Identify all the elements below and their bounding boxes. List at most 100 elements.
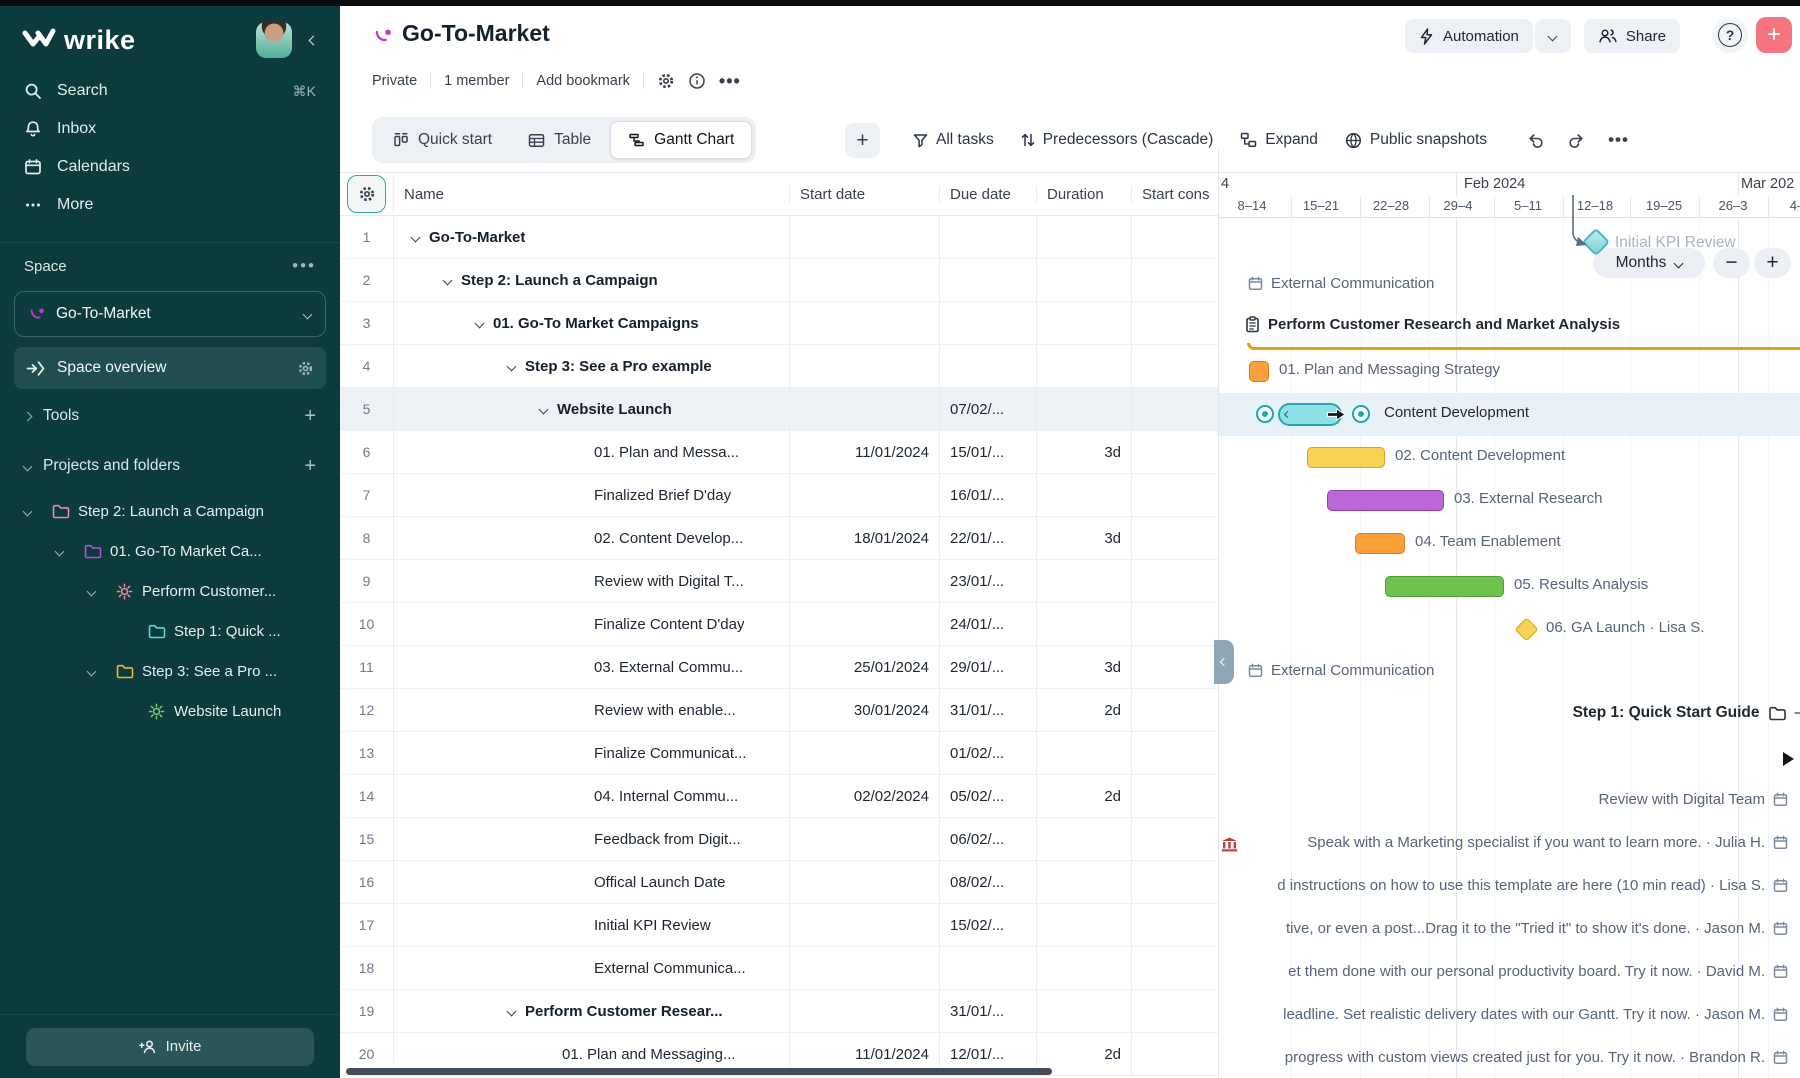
column-header-duration[interactable]: Duration bbox=[1037, 186, 1132, 203]
gantt-task-label[interactable]: External Communication bbox=[1248, 275, 1434, 292]
start-constraint-cell[interactable] bbox=[1132, 302, 1218, 344]
due-date-cell[interactable]: 16/01/... bbox=[940, 474, 1037, 516]
due-date-cell[interactable]: 06/02/... bbox=[940, 818, 1037, 860]
sidebar-item-projects-folders[interactable]: Projects and folders + bbox=[0, 443, 340, 489]
due-date-cell[interactable] bbox=[940, 216, 1037, 258]
column-header-start-constraint[interactable]: Start cons bbox=[1132, 186, 1218, 203]
gantt-task-label[interactable]: Speak with a Marketing specialist if you… bbox=[1307, 834, 1788, 851]
gantt-task-label[interactable]: tive, or even a post...Drag it to the "T… bbox=[1286, 920, 1788, 937]
row-expand-chevron-icon[interactable] bbox=[507, 361, 517, 371]
start-constraint-cell[interactable] bbox=[1132, 474, 1218, 516]
table-row[interactable]: 5Website Launch07/02/... bbox=[340, 388, 1218, 431]
sort-predecessors[interactable]: Predecessors (Cascade) bbox=[1021, 131, 1214, 149]
privacy-label[interactable]: Private bbox=[372, 73, 417, 89]
sidebar-item-tools[interactable]: Tools + bbox=[0, 393, 340, 439]
due-date-cell[interactable]: 31/01/... bbox=[940, 689, 1037, 731]
info-icon[interactable] bbox=[688, 72, 706, 90]
task-name[interactable]: Website Launch bbox=[557, 401, 672, 418]
gantt-task-label[interactable]: d instructions on how to use this templa… bbox=[1277, 877, 1788, 894]
row-expand-chevron-icon[interactable] bbox=[475, 318, 485, 328]
tab-gantt-chart[interactable]: Gantt Chart bbox=[610, 121, 752, 159]
gantt-project-label[interactable]: Step 1: Quick Start Guide— bbox=[1573, 704, 1800, 722]
undo-icon[interactable] bbox=[1526, 132, 1545, 149]
start-constraint-cell[interactable] bbox=[1132, 1033, 1218, 1075]
row-expand-chevron-icon[interactable] bbox=[507, 1006, 517, 1016]
task-name[interactable]: Finalize Communicat... bbox=[594, 745, 747, 762]
start-constraint-cell[interactable] bbox=[1132, 517, 1218, 559]
duration-cell[interactable] bbox=[1037, 345, 1132, 387]
duration-cell[interactable] bbox=[1037, 732, 1132, 774]
table-settings-gear-icon[interactable] bbox=[347, 175, 386, 213]
row-expand-chevron-icon[interactable] bbox=[539, 404, 549, 414]
tools-add-icon[interactable]: + bbox=[304, 405, 316, 428]
zoom-out-button[interactable]: − bbox=[1713, 248, 1750, 278]
due-date-cell[interactable] bbox=[940, 345, 1037, 387]
start-date-cell[interactable] bbox=[790, 388, 940, 430]
due-date-cell[interactable]: 08/02/... bbox=[940, 861, 1037, 903]
start-date-cell[interactable] bbox=[790, 904, 940, 946]
sidebar-item-calendars[interactable]: Calendars bbox=[0, 148, 340, 186]
sidebar-item-inbox[interactable]: Inbox bbox=[0, 110, 340, 148]
start-constraint-cell[interactable] bbox=[1132, 818, 1218, 860]
duration-cell[interactable]: 3d bbox=[1037, 646, 1132, 688]
start-constraint-cell[interactable] bbox=[1132, 388, 1218, 430]
start-date-cell[interactable]: 18/01/2024 bbox=[790, 517, 940, 559]
gantt-task-label[interactable]: External Communication bbox=[1248, 662, 1434, 679]
help-button[interactable]: ? bbox=[1712, 17, 1748, 53]
gantt-task-label[interactable]: progress with custom views created just … bbox=[1285, 1049, 1788, 1066]
due-date-cell[interactable]: 15/02/... bbox=[940, 904, 1037, 946]
due-date-cell[interactable]: 15/01/... bbox=[940, 431, 1037, 473]
sidebar-item-search[interactable]: Search⌘K bbox=[0, 72, 340, 110]
row-expand-chevron-icon[interactable] bbox=[443, 275, 453, 285]
gantt-bar[interactable] bbox=[1249, 361, 1269, 382]
gantt-bar[interactable] bbox=[1327, 490, 1444, 511]
automation-button[interactable]: Automation bbox=[1405, 19, 1533, 53]
duration-cell[interactable] bbox=[1037, 904, 1132, 946]
toolbar-more-icon[interactable]: ••• bbox=[1608, 130, 1629, 150]
create-button[interactable]: + bbox=[1756, 17, 1792, 53]
tree-chevron-icon[interactable] bbox=[23, 506, 33, 516]
public-snapshots-button[interactable]: Public snapshots bbox=[1345, 131, 1487, 149]
task-name[interactable]: 04. Internal Commu... bbox=[594, 788, 738, 805]
due-date-cell[interactable] bbox=[940, 947, 1037, 989]
start-constraint-cell[interactable] bbox=[1132, 431, 1218, 473]
gantt-bar[interactable] bbox=[1385, 576, 1504, 597]
task-name[interactable]: Finalized Brief D'day bbox=[594, 487, 731, 504]
expand-button[interactable]: Expand bbox=[1240, 131, 1318, 149]
table-row[interactable]: 10Finalize Content D'day24/01/... bbox=[340, 603, 1218, 646]
horizontal-scrollbar[interactable] bbox=[346, 1068, 1052, 1075]
zoom-in-button[interactable]: + bbox=[1754, 248, 1791, 278]
start-date-cell[interactable]: 25/01/2024 bbox=[790, 646, 940, 688]
duration-cell[interactable] bbox=[1037, 947, 1132, 989]
due-date-cell[interactable]: 31/01/... bbox=[940, 990, 1037, 1032]
gantt-task-label[interactable]: leadline. Set realistic delivery dates w… bbox=[1283, 1006, 1788, 1023]
due-date-cell[interactable] bbox=[940, 259, 1037, 301]
redo-icon[interactable] bbox=[1567, 132, 1586, 149]
task-name[interactable]: 01. Go-To Market Campaigns bbox=[493, 315, 699, 332]
duration-cell[interactable] bbox=[1037, 216, 1132, 258]
avatar[interactable] bbox=[256, 22, 292, 58]
space-menu-icon[interactable]: ••• bbox=[292, 256, 316, 276]
start-date-cell[interactable]: 02/02/2024 bbox=[790, 775, 940, 817]
duration-cell[interactable] bbox=[1037, 861, 1132, 903]
task-name[interactable]: Review with Digital T... bbox=[594, 573, 744, 590]
task-name[interactable]: 01. Plan and Messaging... bbox=[562, 1046, 735, 1063]
task-name[interactable]: Go-To-Market bbox=[429, 229, 525, 246]
table-row[interactable]: 7Finalized Brief D'day16/01/... bbox=[340, 474, 1218, 517]
duration-cell[interactable]: 2d bbox=[1037, 775, 1132, 817]
table-row[interactable]: 2Step 2: Launch a Campaign bbox=[340, 259, 1218, 302]
tree-item[interactable]: Step 1: Quick ... bbox=[0, 611, 340, 651]
task-name[interactable]: Feedback from Digit... bbox=[594, 831, 741, 848]
table-row[interactable]: 15Feedback from Digit...06/02/... bbox=[340, 818, 1218, 861]
members-label[interactable]: 1 member bbox=[444, 73, 509, 89]
task-name[interactable]: External Communica... bbox=[594, 960, 746, 977]
table-row[interactable]: 12Review with enable...30/01/202431/01/.… bbox=[340, 689, 1218, 732]
sidebar-item-space-overview[interactable]: Space overview bbox=[14, 347, 326, 389]
duration-cell[interactable] bbox=[1037, 818, 1132, 860]
space-selector[interactable]: Go-To-Market bbox=[14, 291, 326, 337]
add-bookmark-link[interactable]: Add bookmark bbox=[536, 73, 630, 89]
start-constraint-cell[interactable] bbox=[1132, 345, 1218, 387]
tree-item[interactable]: Website Launch bbox=[0, 691, 340, 731]
tree-chevron-icon[interactable] bbox=[87, 666, 97, 676]
due-date-cell[interactable]: 07/02/... bbox=[940, 388, 1037, 430]
